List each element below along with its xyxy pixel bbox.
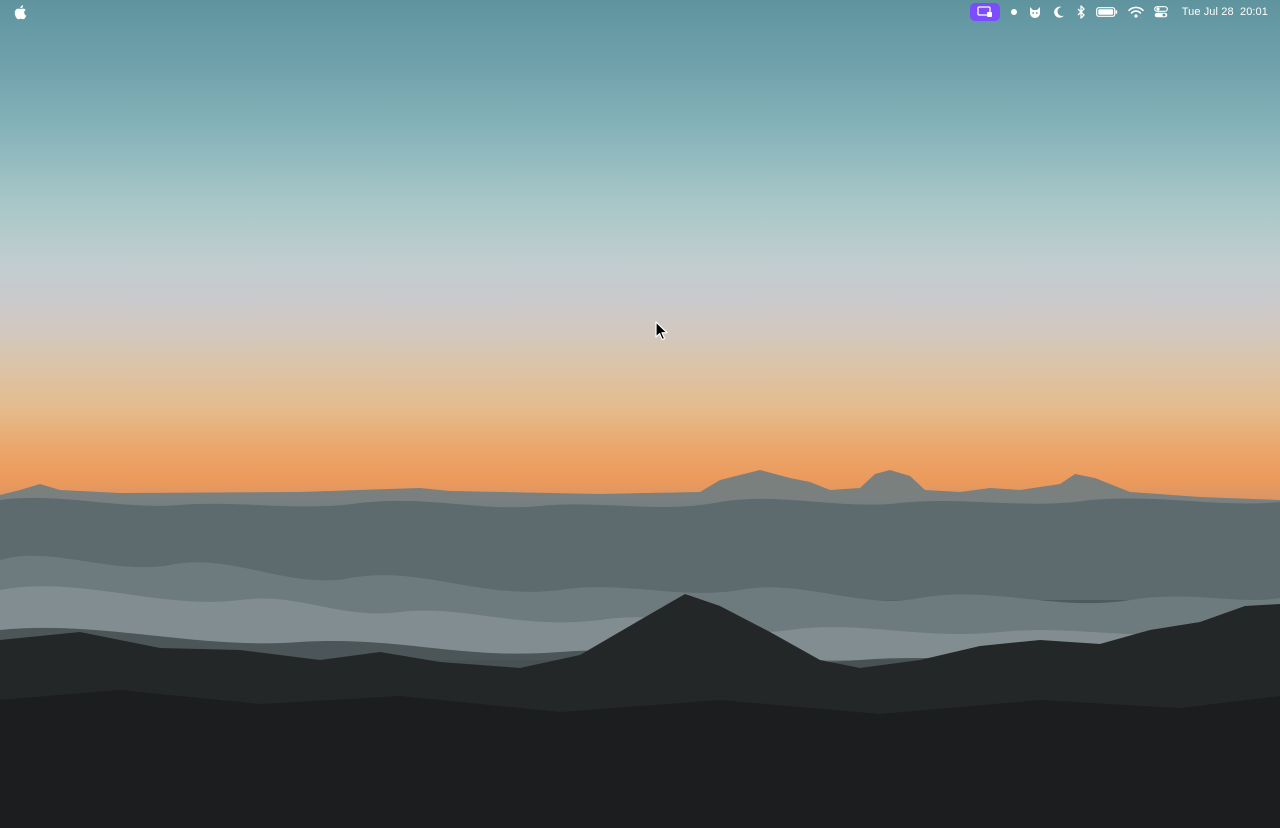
arrow-cursor-icon [655, 321, 668, 341]
menu-bar: Tue Jul 28 20:01 [0, 0, 1280, 24]
wifi-icon[interactable] [1127, 1, 1144, 23]
desktop[interactable]: Tue Jul 28 20:01 [0, 0, 1280, 828]
mountain-foreground [0, 690, 1280, 828]
record-dot-icon[interactable] [1010, 1, 1018, 23]
bluetooth-icon[interactable] [1076, 1, 1086, 23]
control-center-icon[interactable] [1153, 1, 1168, 23]
focus-moon-icon[interactable] [1052, 1, 1066, 23]
wallpaper-landscape [0, 470, 1280, 828]
screen-sharing-icon[interactable] [969, 3, 1000, 21]
cat-icon[interactable] [1028, 1, 1042, 23]
apple-logo-icon[interactable] [13, 4, 27, 20]
menu-bar-clock[interactable]: Tue Jul 28 20:01 [1182, 1, 1268, 23]
status-area: Tue Jul 28 20:01 [969, 0, 1268, 24]
battery-icon[interactable] [1095, 1, 1118, 23]
